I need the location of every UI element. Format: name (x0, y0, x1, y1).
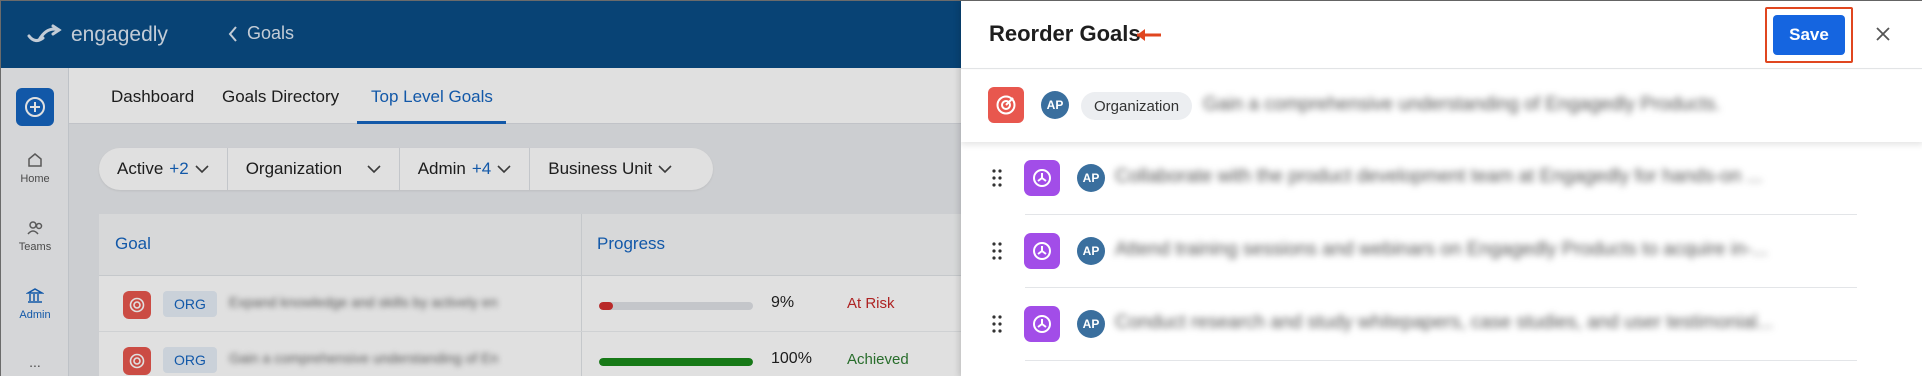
gauge-icon (1033, 315, 1051, 333)
reorder-goals-drawer: Reorder Goals Save AP Organization Gain … (961, 1, 1922, 376)
parent-goal-title: Gain a comprehensive understanding of En… (1203, 94, 1721, 115)
row-divider (1025, 360, 1857, 361)
avatar: AP (1077, 164, 1105, 192)
drawer-header: Reorder Goals Save (961, 1, 1922, 69)
drag-handle-icon[interactable] (991, 314, 1003, 334)
child-goal-row[interactable]: AP Attend training sessions and webinars… (961, 215, 1922, 288)
target-icon (996, 95, 1016, 115)
child-goal-title: Conduct research and study whitepapers, … (1115, 312, 1773, 333)
drag-handle-icon[interactable] (991, 241, 1003, 261)
gauge-icon (1033, 169, 1051, 187)
annotation-arrow-icon (1137, 29, 1161, 41)
parent-goal-row: AP Organization Gain a comprehensive und… (961, 70, 1922, 142)
child-goal-title: Collaborate with the product development… (1115, 166, 1763, 187)
child-goal-row[interactable]: AP Collaborate with the product developm… (961, 142, 1922, 215)
avatar: AP (1041, 91, 1069, 119)
modal-backdrop[interactable] (1, 1, 961, 376)
goal-type-icon (988, 87, 1024, 123)
goal-type-icon (1024, 306, 1060, 342)
goals-app: engagedly Goals Home Teams Admin ... Das… (1, 1, 961, 376)
gauge-icon (1033, 242, 1051, 260)
avatar: AP (1077, 237, 1105, 265)
child-goal-title: Attend training sessions and webinars on… (1115, 239, 1768, 260)
child-goal-row[interactable]: AP Conduct research and study whitepaper… (961, 288, 1922, 361)
drag-handle-icon[interactable] (991, 168, 1003, 188)
save-button[interactable]: Save (1773, 15, 1845, 55)
goal-type-icon (1024, 160, 1060, 196)
goal-type-icon (1024, 233, 1060, 269)
organization-chip: Organization (1081, 92, 1193, 120)
drawer-title: Reorder Goals (989, 21, 1141, 46)
avatar: AP (1077, 310, 1105, 338)
close-icon[interactable] (1872, 23, 1894, 45)
save-button-highlight: Save (1765, 7, 1853, 63)
